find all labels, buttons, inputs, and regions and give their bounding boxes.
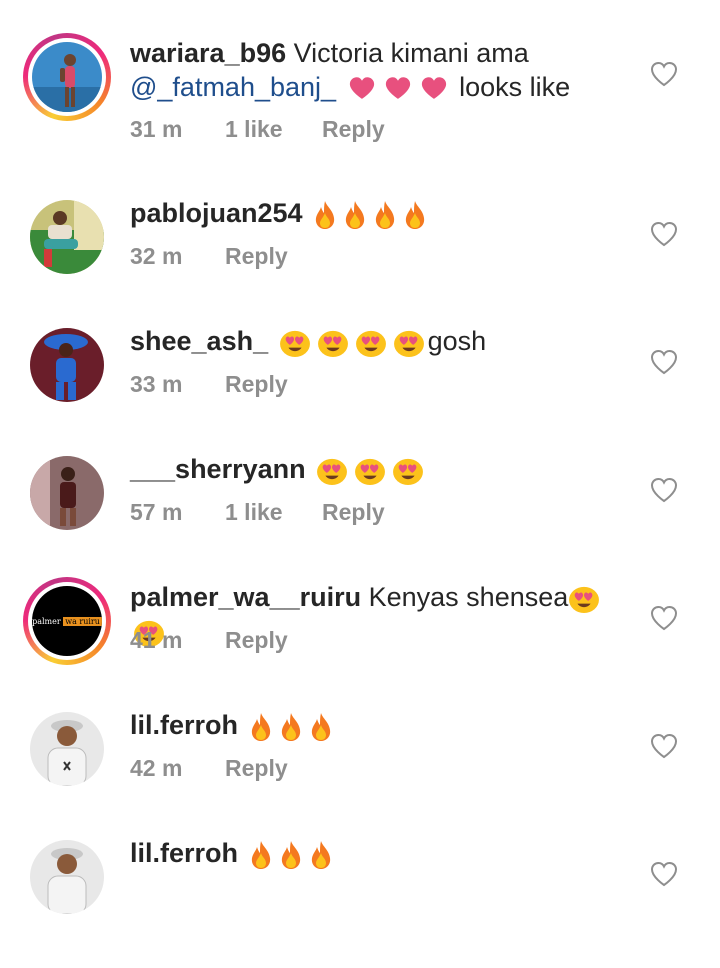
reply-button[interactable]: Reply [322, 116, 385, 143]
comment-time: 42 m [130, 755, 183, 781]
fire-emoji [309, 840, 333, 870]
comment-username[interactable]: pablojuan254 [130, 198, 303, 228]
fire-emoji [279, 712, 303, 742]
comment-item: ___sherryann 57 m 1 like Reply [0, 454, 720, 584]
heart-eyes-emoji [355, 329, 387, 357]
like-heart-icon[interactable] [650, 477, 678, 503]
comment-item: lil.ferroh 42 m Reply [0, 710, 720, 840]
mention-link[interactable]: @_fatmah_banj_ [130, 72, 336, 102]
logo-text-right: wa ruiru [63, 616, 102, 626]
heart-eyes-emoji [354, 457, 386, 485]
comment-meta: 31 m 1 like Reply [130, 116, 385, 143]
comment-time: 31 m [130, 116, 183, 142]
comment-item: shee_ash_ gosh 33 m Reply [0, 326, 720, 456]
comment-meta: 42 m Reply [130, 755, 288, 782]
comment-username[interactable]: ___sherryann [130, 454, 306, 484]
comment-meta: 41 m Reply [130, 627, 288, 654]
fire-emoji [279, 840, 303, 870]
like-heart-icon[interactable] [650, 605, 678, 631]
like-heart-icon[interactable] [650, 861, 678, 887]
comment-item: lil.ferroh [0, 838, 720, 968]
comment-username[interactable]: wariara_b96 [130, 38, 286, 68]
comment-time: 33 m [130, 371, 183, 397]
comment-text: lil.ferroh [130, 836, 640, 870]
avatar[interactable] [30, 840, 104, 914]
reply-button[interactable]: Reply [225, 755, 288, 782]
comment-username[interactable]: palmer_wa__ruiru [130, 582, 361, 612]
comment-username[interactable]: lil.ferroh [130, 838, 238, 868]
avatar-wrapper[interactable] [30, 328, 104, 402]
avatar[interactable] [28, 38, 106, 116]
heart-eyes-emoji [317, 329, 349, 357]
heart-eyes-emoji [392, 457, 424, 485]
heart-eyes-emoji [316, 457, 348, 485]
comment-time: 32 m [130, 243, 183, 269]
heart-eyes-emoji [279, 329, 311, 357]
comment-item: palmer wa ruiru palmer_wa__ruiru Kenyas … [0, 577, 720, 712]
avatar[interactable] [30, 200, 104, 274]
comment-body: gosh [427, 326, 487, 356]
fire-emoji [249, 712, 273, 742]
fire-emoji [313, 200, 337, 230]
comment-meta: 33 m Reply [130, 371, 288, 398]
avatar-wrapper[interactable] [30, 200, 104, 274]
reply-button[interactable]: Reply [225, 243, 288, 270]
pink-heart-emoji [349, 77, 375, 100]
fire-emoji [309, 712, 333, 742]
avatar-wrapper[interactable] [30, 456, 104, 530]
pink-heart-emoji [421, 77, 447, 100]
comment-body: Kenyas shensea [368, 582, 569, 612]
heart-eyes-emoji [568, 585, 600, 613]
avatar-story-ring[interactable]: palmer wa ruiru [23, 577, 111, 665]
avatar[interactable]: palmer wa ruiru [28, 582, 106, 660]
fire-emoji [249, 840, 273, 870]
avatar-wrapper[interactable] [30, 840, 104, 914]
reply-button[interactable]: Reply [322, 499, 385, 526]
avatar[interactable] [30, 712, 104, 786]
comment-username[interactable]: shee_ash_ [130, 326, 268, 356]
logo-text-left: palmer [32, 616, 61, 626]
comment-likes[interactable]: 1 like [225, 116, 322, 143]
avatar[interactable] [30, 456, 104, 530]
avatar-story-ring[interactable] [23, 33, 111, 121]
comment-body-tail: looks like [459, 72, 571, 102]
comment-time: 41 m [130, 627, 183, 653]
comment-meta: 32 m Reply [130, 243, 288, 270]
comment-likes[interactable]: 1 like [225, 499, 322, 526]
comment-text: pablojuan254 [130, 196, 640, 230]
comment-item: pablojuan254 32 m Reply [0, 198, 720, 328]
comment-text: shee_ash_ gosh [130, 324, 640, 358]
comment-time: 57 m [130, 499, 183, 525]
comment-item: wariara_b96 Victoria kimani ama @_fatmah… [0, 33, 720, 168]
comment-body: Victoria kimani ama [293, 38, 529, 68]
like-heart-icon[interactable] [650, 349, 678, 375]
like-heart-icon[interactable] [650, 733, 678, 759]
fire-emoji [343, 200, 367, 230]
like-heart-icon[interactable] [650, 61, 678, 87]
comment-meta: 57 m 1 like Reply [130, 499, 385, 526]
comment-text: lil.ferroh [130, 708, 640, 742]
fire-emoji [403, 200, 427, 230]
reply-button[interactable]: Reply [225, 627, 288, 654]
pink-heart-emoji [385, 77, 411, 100]
avatar[interactable] [30, 328, 104, 402]
avatar-wrapper[interactable] [30, 712, 104, 786]
comment-username[interactable]: lil.ferroh [130, 710, 238, 740]
like-heart-icon[interactable] [650, 221, 678, 247]
avatar-logo: palmer wa ruiru [32, 616, 102, 626]
fire-emoji [373, 200, 397, 230]
heart-eyes-emoji [393, 329, 425, 357]
comment-text: wariara_b96 Victoria kimani ama @_fatmah… [130, 36, 640, 104]
reply-button[interactable]: Reply [225, 371, 288, 398]
comment-text: ___sherryann [130, 452, 640, 486]
